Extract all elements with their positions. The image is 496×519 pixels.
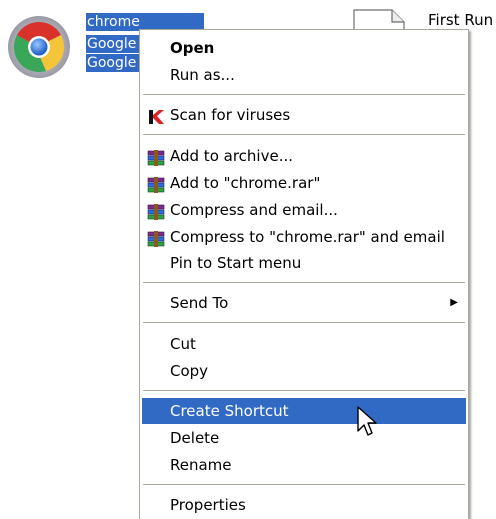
menu-item-compress-and-email[interactable]: Compress and email... (142, 197, 466, 223)
menu-item-label: Copy (170, 362, 209, 380)
menu-item-rename[interactable]: Rename (142, 452, 466, 478)
menu-item-label: Add to archive... (170, 147, 293, 165)
menu-item-properties[interactable]: Properties (142, 492, 466, 518)
menu-item-label: Scan for viruses (170, 106, 291, 124)
file-label-line: Google (86, 35, 140, 53)
menu-item-add-to-archive[interactable]: Add to archive... (142, 143, 466, 169)
menu-item-label: Open (170, 39, 215, 57)
menu-item-compress-to-chrome-rar-and-email[interactable]: Compress to "chrome.rar" and email (142, 224, 466, 250)
menu-item-pin-to-start-menu[interactable]: Pin to Start menu (142, 250, 466, 276)
menu-item-cut[interactable]: Cut (142, 331, 466, 357)
menu-item-run-as[interactable]: Run as... (142, 62, 466, 88)
menu-item-label: Cut (170, 335, 196, 353)
mouse-cursor-icon (356, 405, 380, 441)
menu-item-delete[interactable]: Delete (142, 425, 466, 451)
chrome-file-icon[interactable] (6, 14, 72, 80)
file-label-line: Google (86, 54, 140, 72)
winrar-icon (147, 202, 165, 220)
menu-item-label: Rename (170, 456, 232, 474)
winrar-icon (147, 148, 165, 166)
menu-item-create-shortcut[interactable]: Create Shortcut (142, 398, 466, 424)
menu-item-label: Add to "chrome.rar" (170, 174, 321, 192)
menu-item-label: Delete (170, 429, 220, 447)
menu-separator (143, 390, 465, 391)
menu-separator (143, 282, 465, 283)
menu-item-copy[interactable]: Copy (142, 358, 466, 384)
desktop-area: chrome Google Google First Run Open Run … (0, 0, 496, 519)
menu-separator (143, 94, 465, 95)
menu-separator (143, 484, 465, 485)
menu-item-send-to[interactable]: Send To ▶ (142, 290, 466, 316)
menu-item-label: Compress and email... (170, 201, 338, 219)
menu-item-label: Create Shortcut (170, 402, 289, 420)
menu-separator (143, 322, 465, 323)
menu-item-label: Send To (170, 294, 229, 312)
context-menu: Open Run as... Scan for viruses Add to a… (139, 29, 469, 519)
menu-item-label: Properties (170, 496, 246, 514)
menu-item-scan-for-viruses[interactable]: Scan for viruses (142, 102, 466, 128)
first-run-file-label[interactable]: First Run (428, 11, 493, 29)
winrar-icon (147, 229, 165, 247)
menu-item-label: Pin to Start menu (170, 254, 302, 272)
menu-item-open[interactable]: Open (142, 35, 466, 61)
kaspersky-icon (147, 107, 165, 124)
menu-item-label: Run as... (170, 66, 235, 84)
menu-separator (143, 134, 465, 135)
menu-item-label: Compress to "chrome.rar" and email (170, 228, 445, 246)
menu-item-add-to-chrome-rar[interactable]: Add to "chrome.rar" (142, 170, 466, 196)
winrar-icon (147, 175, 165, 193)
submenu-arrow-icon: ▶ (450, 297, 458, 308)
